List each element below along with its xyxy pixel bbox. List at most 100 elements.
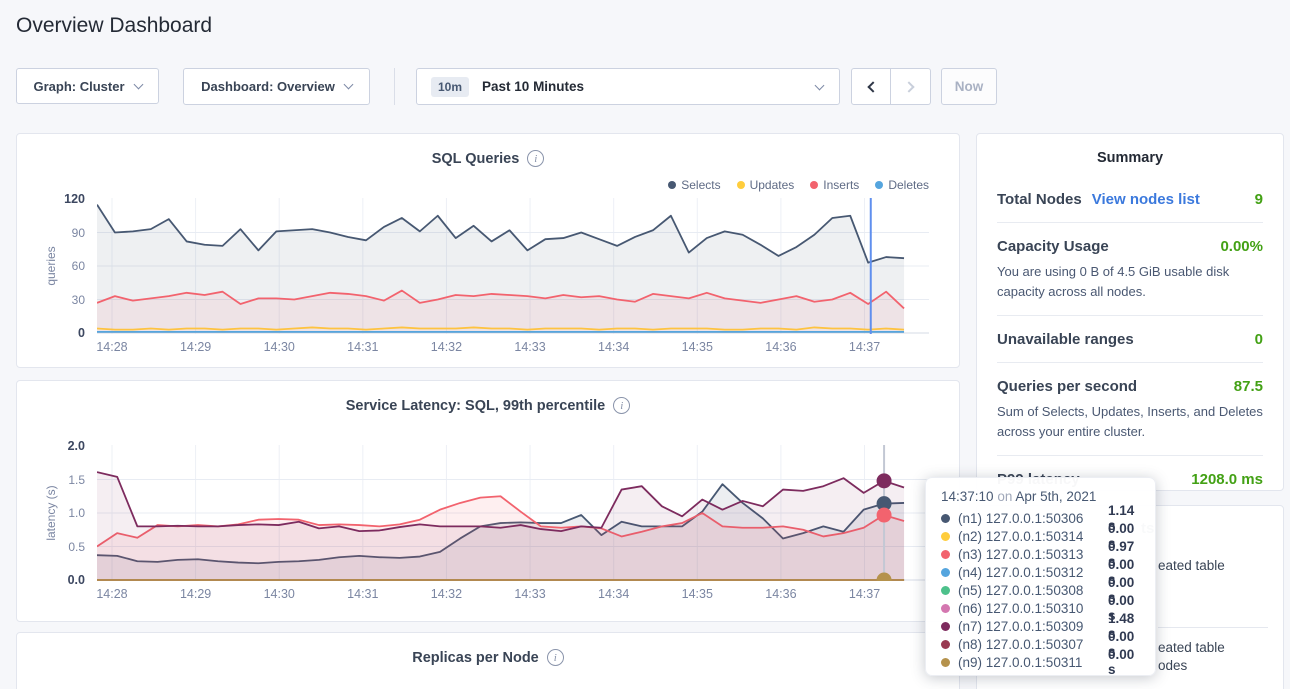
capacity-usage-subtext: You are using 0 B of 4.5 GiB usable disk… xyxy=(997,262,1263,301)
y-tick-label: 2.0 xyxy=(68,439,85,453)
replicas-title: Replicas per Node xyxy=(412,650,539,666)
graph-scope-label: Graph: Cluster xyxy=(33,79,124,94)
now-button[interactable]: Now xyxy=(941,68,997,105)
chevron-down-icon xyxy=(343,80,353,90)
node-dot-icon xyxy=(941,550,950,559)
node-dot-icon xyxy=(941,514,950,523)
legend-item-deletes[interactable]: Deletes xyxy=(875,178,929,192)
node-dot-icon xyxy=(941,622,950,631)
event-item-fragment: eated table xyxy=(1158,640,1225,655)
x-tick-label: 14:32 xyxy=(431,340,462,354)
tooltip-row-n9: (n9) 127.0.0.1:503110.00 s xyxy=(941,653,1141,671)
page-title: Overview Dashboard xyxy=(16,14,212,38)
summary-title: Summary xyxy=(997,150,1263,166)
chevron-down-icon xyxy=(815,80,825,90)
y-tick-label: 0.0 xyxy=(68,573,85,587)
legend-item-updates[interactable]: Updates xyxy=(737,178,795,192)
node-dot-icon xyxy=(941,568,950,577)
view-nodes-list-link[interactable]: View nodes list xyxy=(1092,191,1200,208)
p99-latency-value: 1208.0 ms xyxy=(1191,471,1263,488)
event-item-fragment: eated table xyxy=(1158,558,1225,573)
latency-y-ticks: 0.00.51.01.52.0 xyxy=(33,445,91,581)
controls-divider xyxy=(394,68,395,105)
x-tick-label: 14:30 xyxy=(264,587,295,601)
summary-panel: Summary Total Nodes View nodes list 9 Ca… xyxy=(976,133,1284,491)
x-tick-label: 14:31 xyxy=(347,340,378,354)
y-tick-label: 90 xyxy=(72,226,85,240)
legend-item-selects[interactable]: Selects xyxy=(668,178,720,192)
service-latency-title: Service Latency: SQL, 99th percentile xyxy=(346,398,606,414)
sql-queries-title: SQL Queries xyxy=(432,151,520,167)
info-icon[interactable]: i xyxy=(547,649,564,666)
inserts-dot-icon xyxy=(810,181,818,189)
x-tick-label: 14:37 xyxy=(849,587,880,601)
total-nodes-value: 9 xyxy=(1255,191,1263,208)
unavailable-ranges-value: 0 xyxy=(1255,331,1263,348)
x-tick-label: 14:37 xyxy=(849,340,880,354)
time-range-label: Past 10 Minutes xyxy=(482,79,584,94)
deletes-dot-icon xyxy=(875,181,883,189)
x-tick-label: 14:34 xyxy=(598,587,629,601)
x-tick-label: 14:35 xyxy=(682,340,713,354)
y-tick-label: 1.5 xyxy=(68,473,85,487)
latency-x-ticks: 14:28 14:29 14:30 14:31 14:32 14:33 14:34 14:35… xyxy=(97,581,929,605)
graph-scope-dropdown[interactable]: Graph: Cluster xyxy=(16,68,159,104)
time-next-button[interactable] xyxy=(891,68,931,105)
node-dot-icon xyxy=(941,604,950,613)
chevron-down-icon xyxy=(133,79,143,89)
tooltip-timestamp: 14:37:10 on Apr 5th, 2021 xyxy=(941,489,1141,504)
service-latency-card: Service Latency: SQL, 99th percentile i … xyxy=(16,380,960,622)
service-latency-plot[interactable] xyxy=(97,445,929,581)
qps-value: 87.5 xyxy=(1234,378,1263,395)
x-tick-label: 14:33 xyxy=(514,587,545,601)
y-tick-label: 30 xyxy=(72,293,85,307)
updates-dot-icon xyxy=(737,181,745,189)
selects-dot-icon xyxy=(668,181,676,189)
node-dot-icon xyxy=(941,640,950,649)
info-icon[interactable]: i xyxy=(527,150,544,167)
x-tick-label: 14:36 xyxy=(765,340,796,354)
summary-row-total-nodes: Total Nodes View nodes list 9 xyxy=(997,176,1263,223)
x-tick-label: 14:35 xyxy=(682,587,713,601)
sql-x-ticks: 14:2814:2914:3014:3114:3214:3314:3414:35… xyxy=(97,334,929,358)
time-range-badge: 10m xyxy=(431,77,469,97)
node-dot-icon xyxy=(941,532,950,541)
chevron-left-icon xyxy=(867,81,878,92)
x-tick-label: 14:36 xyxy=(765,587,796,601)
x-tick-label: 14:33 xyxy=(514,340,545,354)
node-dot-icon xyxy=(941,586,950,595)
sql-queries-legend: Selects Updates Inserts Deletes xyxy=(668,178,929,192)
summary-row-unavailable: Unavailable ranges 0 xyxy=(997,316,1263,363)
info-icon[interactable]: i xyxy=(613,397,630,414)
qps-subtext: Sum of Selects, Updates, Inserts, and De… xyxy=(997,402,1263,441)
x-tick-label: 14:28 xyxy=(96,587,127,601)
chevron-right-icon xyxy=(903,81,914,92)
x-tick-label: 14:28 xyxy=(96,340,127,354)
sql-y-ticks: 0306090120 xyxy=(33,198,91,334)
summary-row-capacity: Capacity Usage 0.00% You are using 0 B o… xyxy=(997,223,1263,316)
time-range-selector[interactable]: 10m Past 10 Minutes xyxy=(416,68,840,105)
legend-item-inserts[interactable]: Inserts xyxy=(810,178,859,192)
time-nav-group xyxy=(851,68,931,105)
node-dot-icon xyxy=(941,658,950,667)
events-divider xyxy=(1158,627,1268,628)
chart-hover-tooltip: 14:37:10 on Apr 5th, 2021 (n1) 127.0.0.1… xyxy=(925,477,1156,676)
y-tick-label: 0 xyxy=(78,326,85,340)
event-item-fragment: odes xyxy=(1158,658,1187,673)
y-tick-label: 120 xyxy=(64,192,85,206)
x-tick-label: 14:34 xyxy=(598,340,629,354)
dashboard-label: Dashboard: Overview xyxy=(201,79,335,94)
x-tick-label: 14:32 xyxy=(431,587,462,601)
summary-row-qps: Queries per second 87.5 Sum of Selects, … xyxy=(997,363,1263,456)
x-tick-label: 14:29 xyxy=(180,340,211,354)
time-prev-button[interactable] xyxy=(851,68,891,105)
capacity-usage-value: 0.00% xyxy=(1220,238,1263,255)
y-tick-label: 1.0 xyxy=(68,506,85,520)
x-tick-label: 14:31 xyxy=(347,587,378,601)
y-tick-label: 60 xyxy=(72,259,85,273)
dashboard-dropdown[interactable]: Dashboard: Overview xyxy=(183,68,370,105)
sql-queries-plot[interactable] xyxy=(97,198,929,334)
sql-queries-card: SQL Queries i Selects Updates Inserts De… xyxy=(16,133,960,368)
x-tick-label: 14:29 xyxy=(180,587,211,601)
replicas-per-node-card: Replicas per Node i xyxy=(16,632,960,689)
